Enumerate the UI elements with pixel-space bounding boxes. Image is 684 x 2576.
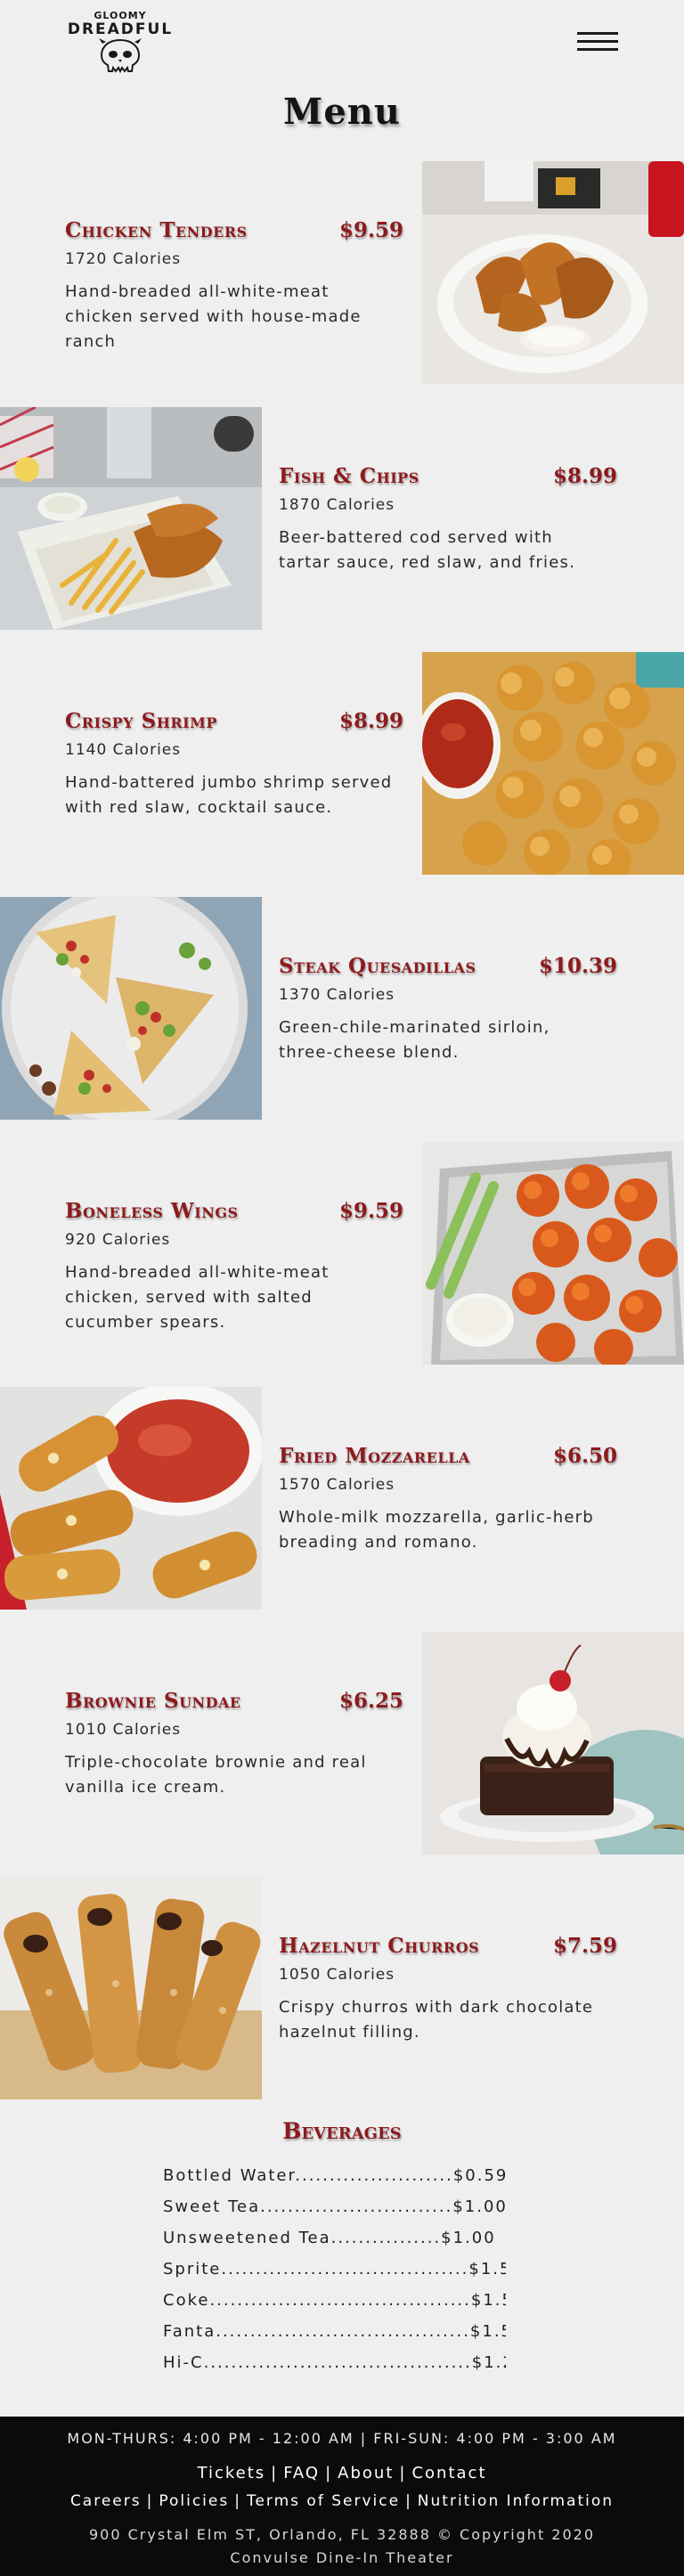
- item-calories: 1010 Calories: [65, 1721, 182, 1739]
- logo-big-text: DREADFUL: [67, 20, 174, 38]
- item-calories: 1570 Calories: [279, 1476, 395, 1494]
- menu-item-text: Chicken Tenders $9.59 1720 Calories Hand…: [65, 161, 403, 384]
- menu-item-text: Brownie Sundae $6.25 1010 Calories Tripl…: [65, 1632, 403, 1855]
- hamburger-bar: [577, 32, 618, 35]
- item-description: Beer-battered cod served with tartar sau…: [279, 528, 576, 572]
- menu-item-text: Fish & Chips $8.99 1870 Calories Beer-ba…: [279, 407, 617, 630]
- fried-mozzarella-photo: [0, 1387, 262, 1610]
- chicken-tenders-photo: [422, 161, 684, 384]
- item-name: Hazelnut Churros: [279, 1934, 480, 1958]
- item-description: Triple-chocolate brownie and real vanill…: [65, 1753, 367, 1797]
- footer-link-nutrition[interactable]: Nutrition Information: [418, 2492, 614, 2510]
- menu-item-chicken-tenders: Chicken Tenders $9.59 1720 Calories Hand…: [0, 161, 684, 384]
- hamburger-menu-button[interactable]: [577, 32, 618, 57]
- menu-item-fish-and-chips: Fish & Chips $8.99 1870 Calories Beer-ba…: [0, 407, 684, 630]
- beverages-title: Beverages: [282, 2118, 402, 2144]
- opening-hours: MON-THURS: 4:00 PM - 12:00 AM | FRI-SUN:…: [67, 2430, 617, 2447]
- footer-link-contact[interactable]: Contact: [411, 2464, 486, 2482]
- hazelnut-churros-photo: [0, 1877, 262, 2099]
- item-description: Crispy churros with dark chocolate hazel…: [279, 1998, 594, 2042]
- item-price: $8.99: [338, 709, 403, 733]
- fish-and-chips-photo: [0, 407, 262, 630]
- item-name: Fried Mozzarella: [279, 1444, 470, 1468]
- menu-item-fried-mozzarella: Fried Mozzarella $6.50 1570 Calories Who…: [0, 1387, 684, 1610]
- item-calories: 1370 Calories: [279, 986, 395, 1004]
- link-separator: |: [325, 2464, 333, 2482]
- site-logo[interactable]: GLOOMY DREADFUL: [64, 11, 176, 74]
- footer-link-careers[interactable]: Careers: [70, 2492, 142, 2510]
- item-calories: 920 Calories: [65, 1231, 171, 1249]
- steak-quesadillas-photo: [0, 897, 262, 1120]
- item-price: $9.59: [338, 1199, 403, 1223]
- footer-link-tickets[interactable]: Tickets: [198, 2464, 266, 2482]
- brownie-sundae-photo: [422, 1632, 684, 1855]
- beverage-row: Hi-C....................................…: [163, 2353, 506, 2372]
- link-separator: |: [405, 2492, 412, 2510]
- item-description: Hand-battered jumbo shrimp served with r…: [65, 773, 393, 817]
- menu-item-brownie-sundae: Brownie Sundae $6.25 1010 Calories Tripl…: [0, 1632, 684, 1855]
- item-name: Fish & Chips: [279, 464, 419, 488]
- menu-item-steak-quesadillas: Steak Quesadillas $10.39 1370 Calories G…: [0, 897, 684, 1120]
- item-name: Brownie Sundae: [65, 1689, 241, 1713]
- menu-item-text: Steak Quesadillas $10.39 1370 Calories G…: [279, 897, 617, 1120]
- link-separator: |: [146, 2492, 154, 2510]
- item-description: Hand-breaded all-white-meat chicken serv…: [65, 282, 362, 351]
- beverages-list: Bottled Water.......................$0.5…: [163, 2166, 506, 2384]
- item-price: $10.39: [538, 954, 617, 978]
- beverage-row: Unsweetened Tea................$1.00: [163, 2229, 496, 2247]
- link-separator: |: [271, 2464, 279, 2482]
- item-price: $9.59: [338, 218, 403, 242]
- site-header: GLOOMY DREADFUL: [0, 0, 684, 89]
- footer-address: 900 Crystal Elm ST, Orlando, FL 32888 © …: [0, 2523, 684, 2570]
- menu-item-text: Boneless Wings $9.59 920 Calories Hand-b…: [65, 1142, 403, 1365]
- footer-secondary-links: Careers | Policies | Terms of Service | Nutrit…: [0, 2492, 684, 2510]
- crispy-shrimp-photo: [422, 652, 684, 875]
- footer-primary-links: Tickets | FAQ | About | Contact: [0, 2464, 684, 2482]
- link-separator: |: [399, 2464, 407, 2482]
- theater-name: Convulse Dine-In Theater: [230, 2549, 454, 2566]
- item-calories: 1870 Calories: [279, 496, 395, 514]
- item-calories: 1720 Calories: [65, 250, 182, 268]
- item-name: Chicken Tenders: [65, 218, 248, 242]
- beverage-row: Fanta...................................…: [163, 2322, 506, 2341]
- site-footer: MON-THURS: 4:00 PM - 12:00 AM | FRI-SUN:…: [0, 2417, 684, 2576]
- menu-item-text: Fried Mozzarella $6.50 1570 Calories Who…: [279, 1387, 617, 1610]
- footer-link-terms[interactable]: Terms of Service: [247, 2492, 400, 2510]
- item-description: Hand-breaded all-white-meat chicken, ser…: [65, 1263, 330, 1332]
- footer-link-faq[interactable]: FAQ: [283, 2464, 320, 2482]
- boneless-wings-photo: [422, 1142, 684, 1365]
- menu-item-hazelnut-churros: Hazelnut Churros $7.59 1050 Calories Cri…: [0, 1877, 684, 2099]
- item-description: Whole-milk mozzarella, garlic-herb bread…: [279, 1508, 594, 1552]
- menu-item-text: Crispy Shrimp $8.99 1140 Calories Hand-b…: [65, 652, 403, 875]
- item-name: Boneless Wings: [65, 1199, 239, 1223]
- item-price: $8.99: [552, 464, 617, 488]
- beverage-row: Sprite..................................…: [163, 2260, 506, 2278]
- item-name: Steak Quesadillas: [279, 954, 476, 978]
- item-price: $7.59: [552, 1934, 617, 1958]
- page-title: Menu: [283, 91, 401, 133]
- item-description: Green-chile-marinated sirloin, three-che…: [279, 1018, 550, 1062]
- hamburger-bar: [577, 48, 618, 51]
- menu-item-text: Hazelnut Churros $7.59 1050 Calories Cri…: [279, 1877, 617, 2099]
- menu-page: GLOOMY DREADFUL Menu Chicken Tenders $9.…: [0, 0, 684, 2576]
- item-name: Crispy Shrimp: [65, 709, 217, 733]
- link-separator: |: [234, 2492, 241, 2510]
- menu-item-boneless-wings: Boneless Wings $9.59 920 Calories Hand-b…: [0, 1142, 684, 1365]
- menu-item-crispy-shrimp: Crispy Shrimp $8.99 1140 Calories Hand-b…: [0, 652, 684, 875]
- item-price: $6.25: [338, 1689, 403, 1713]
- address-line: 900 Crystal Elm ST, Orlando, FL 32888 © …: [88, 2526, 596, 2543]
- footer-link-policies[interactable]: Policies: [159, 2492, 229, 2510]
- beverage-row: Bottled Water.......................$0.5…: [163, 2166, 506, 2185]
- hamburger-bar: [577, 40, 618, 43]
- beverage-row: Sweet Tea............................$1.…: [163, 2197, 506, 2216]
- skull-icon: [99, 38, 142, 74]
- item-calories: 1050 Calories: [279, 1966, 395, 1984]
- item-price: $6.50: [552, 1444, 617, 1468]
- footer-link-about[interactable]: About: [338, 2464, 394, 2482]
- item-calories: 1140 Calories: [65, 741, 182, 759]
- beverage-row: Coke....................................…: [163, 2291, 506, 2310]
